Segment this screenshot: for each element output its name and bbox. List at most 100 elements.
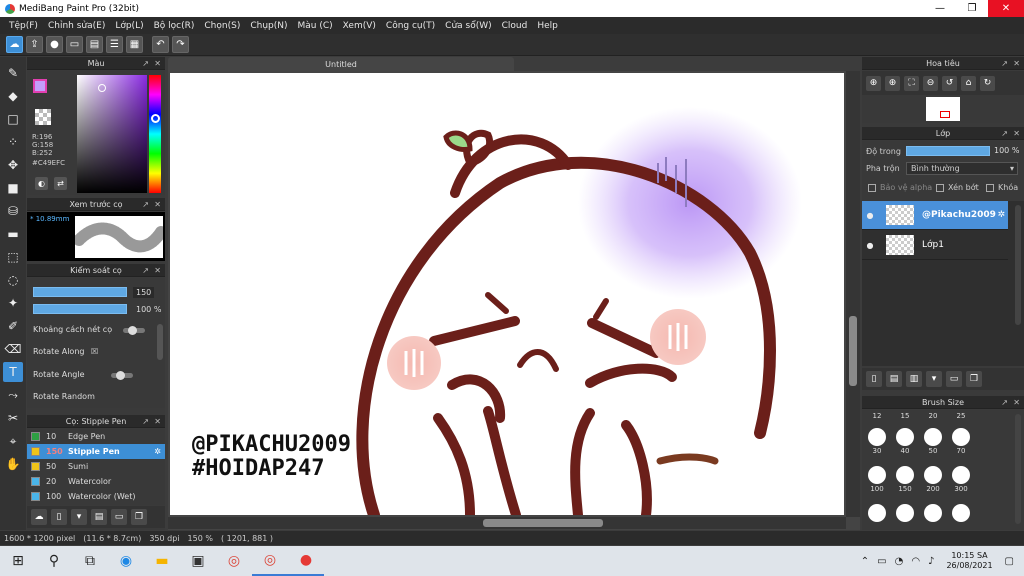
brush-size-option[interactable]: 40	[892, 428, 918, 456]
layer-row-pikachu2009[interactable]: ● @Pikachu2009 ✲	[862, 201, 1008, 230]
minimize-button[interactable]: —	[924, 0, 956, 17]
brush-size-value[interactable]: 150	[133, 286, 155, 298]
brush-size-option[interactable]: 25	[948, 412, 974, 420]
brush-tool-icon[interactable]: ✎	[3, 63, 23, 83]
menu-help[interactable]: Help	[532, 21, 563, 31]
menu-view[interactable]: Xem(V)	[338, 21, 381, 31]
chrome-icon[interactable]: ◎	[216, 546, 252, 576]
undock-icon[interactable]: ↗	[1001, 59, 1008, 68]
menu-tools[interactable]: Công cụ(T)	[381, 21, 440, 31]
zoom-in-alt-icon[interactable]: ⊕	[885, 75, 900, 91]
brush-size-option[interactable]: 15	[892, 412, 918, 420]
rotate-along-checkbox[interactable]: ☒	[91, 347, 98, 356]
menu-select[interactable]: Chọn(S)	[199, 21, 245, 31]
menu-filter[interactable]: Bộ lọc(R)	[149, 21, 200, 31]
page-icon[interactable]: ▤	[86, 36, 103, 53]
vertical-scroll-thumb[interactable]	[849, 316, 857, 386]
zoom-out-icon[interactable]: ⊖	[923, 75, 938, 91]
rotate-right-icon[interactable]: ↻	[980, 75, 995, 91]
rotate-angle-knob[interactable]	[116, 371, 125, 380]
layer-folder-icon[interactable]: ▭	[946, 371, 962, 387]
store-icon[interactable]: ▣	[180, 546, 216, 576]
select-pen-tool-icon[interactable]: ✐	[3, 316, 23, 336]
close-button[interactable]: ✕	[988, 0, 1024, 17]
panel-close-icon[interactable]: ✕	[154, 200, 161, 209]
undock-icon[interactable]: ↗	[1001, 129, 1008, 138]
drawing-canvas[interactable]: @PIKACHU2009 #HOIDAP247	[170, 73, 844, 515]
brush-size-slider[interactable]	[33, 287, 127, 297]
comment-icon[interactable]: ▭	[66, 36, 83, 53]
panel-close-icon[interactable]: ✕	[1013, 398, 1020, 407]
hand-tool-icon[interactable]: ✋	[3, 454, 23, 474]
undo-icon[interactable]: ↶	[152, 36, 169, 53]
select-tool-icon[interactable]: ⬚	[3, 247, 23, 267]
windows-start-icon[interactable]: ⊞	[0, 546, 36, 576]
brush-size-option[interactable]: 300	[948, 466, 974, 494]
brush-item-watercolor-wet[interactable]: 100 Watercolor (Wet)	[27, 489, 165, 504]
brush-size-option[interactable]: 50	[920, 428, 946, 456]
transparent-color-swatch[interactable]	[35, 109, 51, 125]
grid-icon[interactable]: ▦	[126, 36, 143, 53]
brush-item-watercolor[interactable]: 20 Watercolor	[27, 474, 165, 489]
edge-browser-icon[interactable]: ◉	[108, 546, 144, 576]
document-tab[interactable]: Untitled	[168, 57, 514, 71]
new-brush-icon[interactable]: ▯	[51, 509, 67, 525]
brush-size-option[interactable]: 100	[864, 466, 890, 494]
fit-screen-icon[interactable]: ⛶	[904, 75, 919, 91]
tray-expand-icon[interactable]: ⌃	[861, 556, 869, 567]
menu-layer[interactable]: Lớp(L)	[110, 21, 148, 31]
chrome-profile-icon[interactable]: ◎	[252, 546, 288, 576]
folder-icon[interactable]: ▭	[111, 509, 127, 525]
brush-control-scrollbar[interactable]	[157, 324, 163, 360]
duplicate-icon[interactable]: ❐	[131, 509, 147, 525]
undock-icon[interactable]: ↗	[142, 59, 149, 68]
dot-brush-tool-icon[interactable]: ⁘	[3, 132, 23, 152]
brush-item-stipple-pen[interactable]: 150 Stipple Pen ✲	[27, 444, 165, 459]
brush-size-option[interactable]	[892, 504, 918, 532]
brush-size-option[interactable]: 200	[920, 466, 946, 494]
gear-icon[interactable]: ✲	[997, 210, 1005, 220]
layer-row-lop1[interactable]: ● Lớp1	[862, 231, 1008, 260]
gear-icon[interactable]: ✲	[154, 447, 161, 456]
task-view-icon[interactable]: ⧉	[72, 546, 108, 576]
menu-color[interactable]: Màu (C)	[293, 21, 338, 31]
hue-slider[interactable]	[149, 75, 161, 193]
blend-mode-select[interactable]: Bình thường ▾	[906, 162, 1018, 175]
brush-size-option[interactable]: 30	[864, 428, 890, 456]
magic-wand-tool-icon[interactable]: ✦	[3, 293, 23, 313]
volume-icon[interactable]: ♪	[928, 556, 934, 567]
menu-file[interactable]: Tệp(F)	[4, 21, 43, 31]
horizontal-scroll-thumb[interactable]	[483, 519, 603, 527]
fill-rect-tool-icon[interactable]: ■	[3, 178, 23, 198]
shape-tool-icon[interactable]: □	[3, 109, 23, 129]
text-tool-icon[interactable]: T	[3, 362, 23, 382]
lock-checkbox[interactable]: Khóa	[986, 183, 1018, 192]
list-icon[interactable]: ☰	[106, 36, 123, 53]
brush-size-option[interactable]: 150	[892, 466, 918, 494]
horizontal-scrollbar[interactable]	[168, 517, 846, 529]
new-8bit-layer-icon[interactable]: ▥	[906, 371, 922, 387]
move-tool-icon[interactable]: ✥	[3, 155, 23, 175]
brush-size-option[interactable]	[948, 504, 974, 532]
new-layer-icon[interactable]: ▯	[866, 371, 882, 387]
taskbar-clock[interactable]: 10:15 SA 26/08/2021	[946, 551, 992, 571]
undock-icon[interactable]: ↗	[142, 200, 149, 209]
add-brush-icon[interactable]: ▾	[71, 509, 87, 525]
navigator-viewport-rect[interactable]	[940, 111, 950, 118]
brush-size-option[interactable]: 20	[920, 412, 946, 420]
maximize-button[interactable]: ❐	[956, 0, 988, 17]
divide-tool-icon[interactable]: ✂	[3, 408, 23, 428]
menu-window[interactable]: Cửa sổ(W)	[440, 21, 496, 31]
new-halftone-layer-icon[interactable]: ▤	[886, 371, 902, 387]
cloud-brush-icon[interactable]: ☁	[31, 509, 47, 525]
color-mode-icon[interactable]: ◐	[35, 177, 48, 190]
brush-opacity-slider[interactable]	[33, 304, 127, 314]
brush-size-option[interactable]	[864, 504, 890, 532]
brush-size-option[interactable]	[920, 504, 946, 532]
menu-edit[interactable]: Chỉnh sửa(E)	[43, 21, 110, 31]
hue-slider-cursor[interactable]	[151, 114, 160, 123]
gradient-tool-icon[interactable]: ▬	[3, 224, 23, 244]
brush-item-sumi[interactable]: 50 Sumi	[27, 459, 165, 474]
reset-view-icon[interactable]: ⌂	[961, 75, 976, 91]
lasso-tool-icon[interactable]: ◌	[3, 270, 23, 290]
